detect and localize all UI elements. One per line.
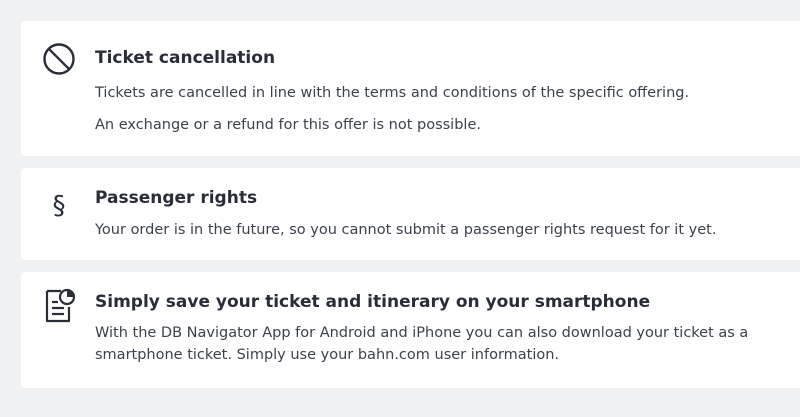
ticket-document-icon [41, 288, 77, 324]
section-sign-icon: § [52, 191, 66, 221]
passenger-rights-body: Passenger rights Your order is in the fu… [95, 187, 780, 241]
ticket-cancellation-title: Ticket cancellation [95, 48, 276, 68]
ticket-cancellation-card: Ticket cancellation Tickets are cancelle… [21, 21, 800, 156]
ticket-cancellation-body: Ticket cancellation Tickets are cancelle… [95, 47, 780, 136]
smartphone-ticket-card: Simply save your ticket and itinerary on… [21, 272, 800, 388]
passenger-rights-title: Passenger rights [95, 188, 258, 208]
smartphone-ticket-title: Simply save your ticket and itinerary on… [95, 292, 651, 312]
smartphone-ticket-text: With the DB Navigator App for Android an… [95, 325, 749, 363]
ticket-cancellation-terms-text: Tickets are cancelled in line with the t… [95, 85, 690, 101]
prohibited-icon [41, 41, 77, 77]
passenger-rights-card: § Passenger rights Your order is in the … [21, 168, 800, 260]
passenger-rights-text: Your order is in the future, so you cann… [95, 222, 717, 238]
smartphone-ticket-body: Simply save your ticket and itinerary on… [95, 291, 780, 366]
ticket-cancellation-refund-text: An exchange or a refund for this offer i… [95, 117, 481, 133]
